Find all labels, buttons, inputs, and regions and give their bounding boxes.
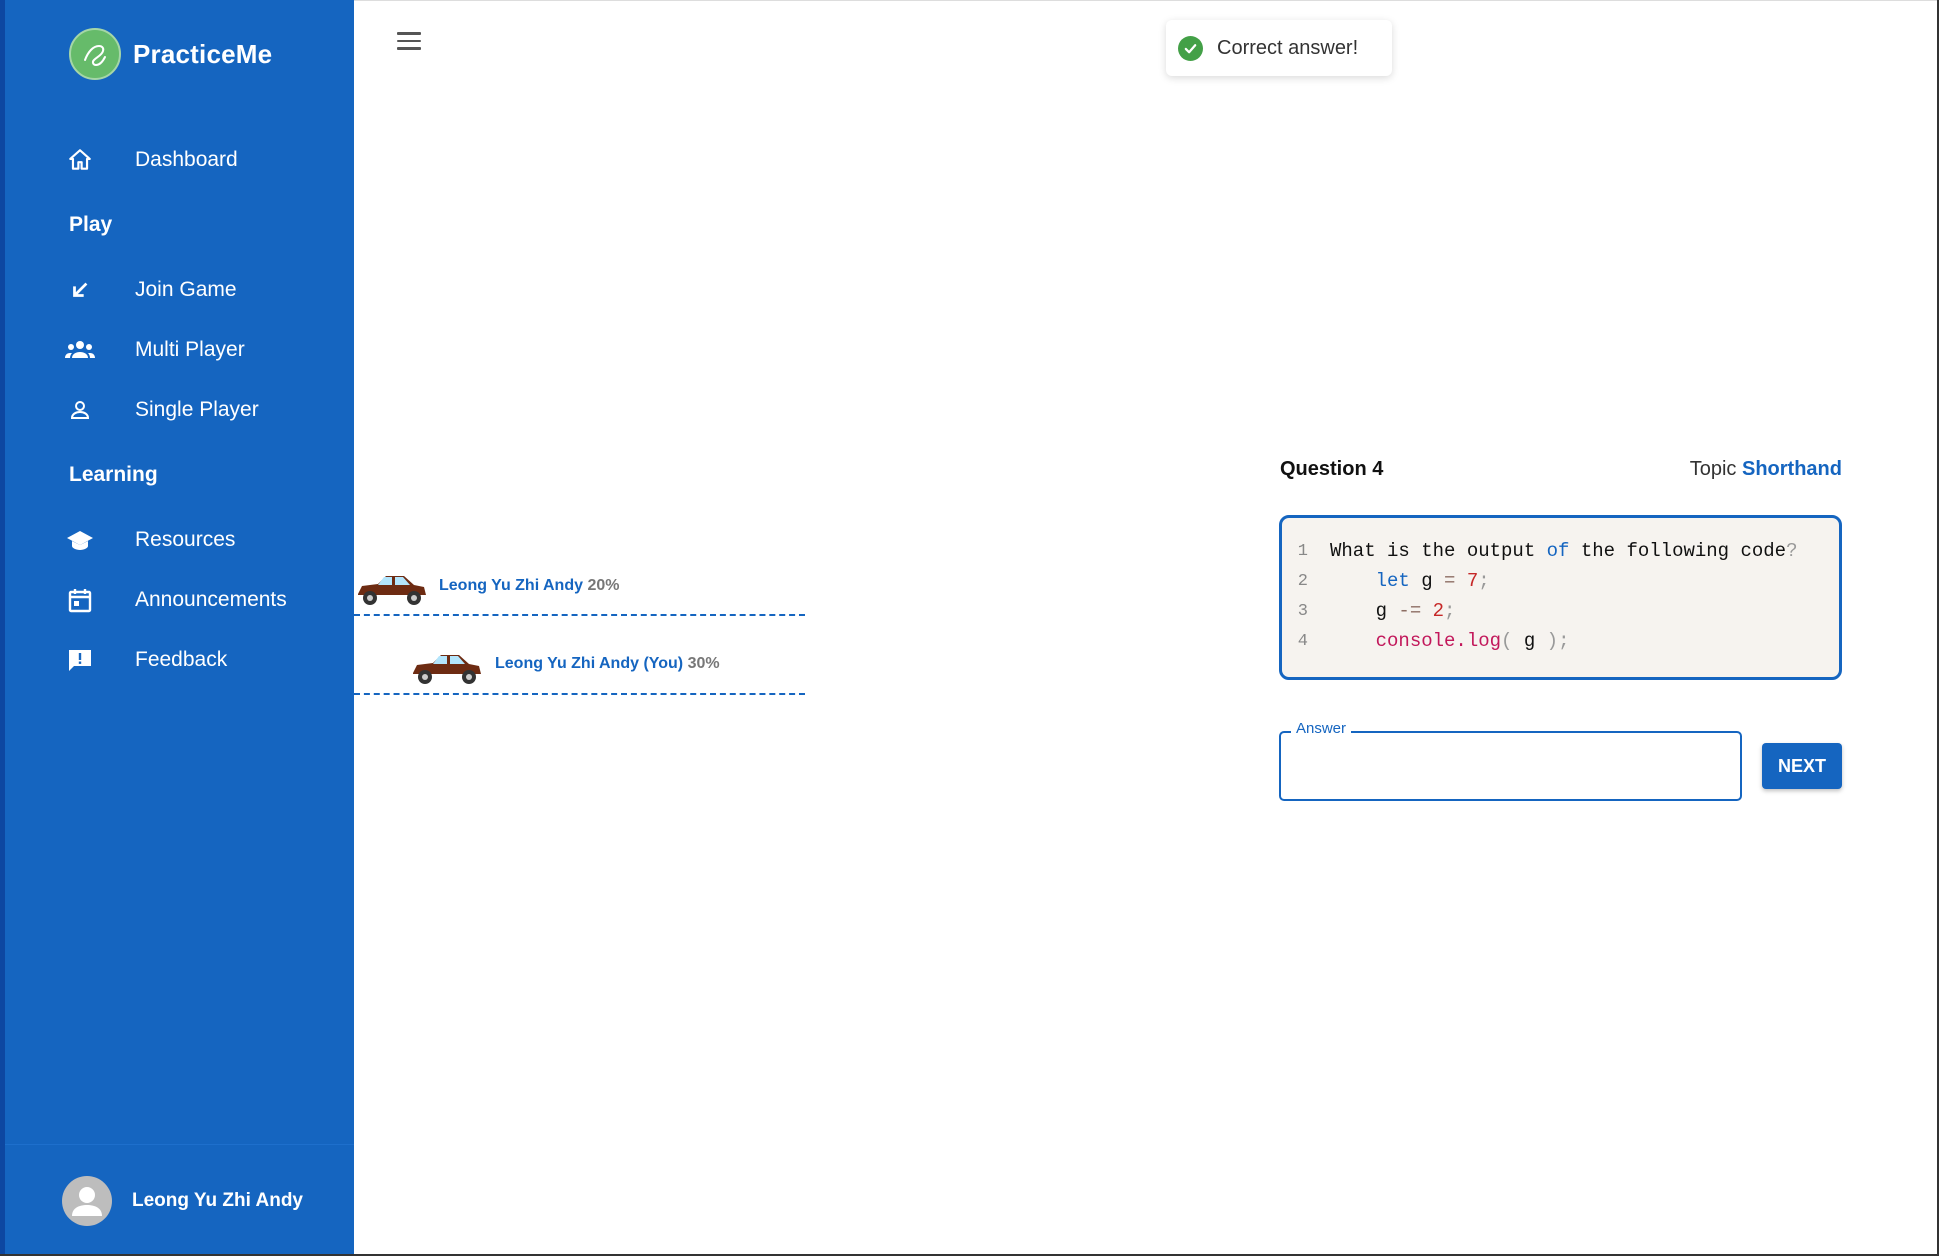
racer-label: Leong Yu Zhi Andy 20% (439, 577, 619, 595)
app-name: PracticeMe (133, 38, 273, 69)
toast-notification: Correct answer! (1166, 20, 1392, 76)
sidebar-item-dashboard[interactable]: Dashboard (65, 140, 238, 180)
calendar-icon (65, 585, 95, 615)
answer-field[interactable] (1279, 731, 1742, 801)
sidebar-item-label: Multi Player (135, 338, 245, 361)
sidebar-item-label: Dashboard (135, 148, 238, 171)
code-text: What is the output of the following code… (1330, 540, 1798, 562)
feedback-icon (65, 645, 95, 675)
topic-label: Topic (1689, 458, 1737, 480)
sidebar-item-label: Feedback (135, 648, 228, 671)
answer-label: Answer (1291, 720, 1352, 737)
logo-icon (69, 28, 121, 80)
section-play: Play (69, 213, 113, 236)
menu-icon[interactable] (392, 26, 426, 56)
sidebar-item-announcements[interactable]: Announcements (65, 580, 287, 620)
car-icon (409, 651, 485, 692)
group-icon (65, 335, 95, 365)
sidebar-item-resources[interactable]: Resources (65, 520, 235, 560)
code-block: 1 What is the output of the following co… (1279, 515, 1842, 680)
user-name: Leong Yu Zhi Andy (132, 1189, 303, 1211)
line-number: 1 (1297, 541, 1308, 561)
sidebar-item-label: Resources (135, 528, 236, 551)
line-number: 3 (1297, 601, 1308, 621)
section-learning: Learning (69, 463, 158, 486)
sidebar-item-label: Single Player (135, 398, 259, 421)
next-button[interactable]: NEXT (1762, 743, 1842, 789)
toast-text: Correct answer! (1217, 36, 1359, 59)
sidebar-item-label: Join Game (135, 278, 237, 301)
sidebar-item-multi-player[interactable]: Multi Player (65, 330, 245, 370)
question-title: Question 4 (1280, 458, 1384, 480)
code-line: 2 let g = 7; (1282, 566, 1839, 596)
code-line: 4 console.log( g ); (1282, 626, 1839, 656)
sidebar-item-label: Announcements (135, 588, 287, 611)
person-icon (65, 395, 95, 425)
sidebar: PracticeMe Dashboard Play Join Game Mult… (0, 0, 354, 1256)
racer-name: Leong Yu Zhi Andy (439, 577, 583, 594)
code-text: g -= 2; (1330, 600, 1456, 622)
topic-value: Shorthand (1742, 458, 1842, 480)
line-number: 4 (1297, 631, 1308, 651)
home-icon (65, 145, 95, 175)
racer-progress: 30% (687, 655, 720, 672)
question-topic: Topic Shorthand (1690, 458, 1842, 481)
car-icon (354, 572, 430, 613)
user-profile[interactable]: Leong Yu Zhi Andy (5, 1144, 354, 1256)
check-circle-icon (1178, 35, 1203, 61)
frame-border-top (354, 0, 1939, 1)
racer-label: Leong Yu Zhi Andy (You) 30% (495, 655, 720, 673)
code-line: 1 What is the output of the following co… (1282, 536, 1839, 566)
sidebar-item-single-player[interactable]: Single Player (65, 390, 259, 430)
line-number: 2 (1297, 571, 1308, 591)
code-text: let g = 7; (1375, 570, 1490, 592)
arrow-down-left-icon (65, 275, 95, 305)
sidebar-item-feedback[interactable]: Feedback (65, 640, 227, 680)
school-icon (65, 525, 95, 555)
avatar (62, 1175, 112, 1226)
brand[interactable]: PracticeMe (69, 28, 272, 80)
answer-input[interactable] (1281, 733, 1740, 799)
sidebar-item-join-game[interactable]: Join Game (65, 270, 237, 310)
code-text: console.log( g ); (1375, 630, 1570, 652)
racer-progress: 20% (587, 577, 620, 594)
code-line: 3 g -= 2; (1282, 596, 1839, 626)
racer-name: Leong Yu Zhi Andy (You) (495, 655, 684, 672)
